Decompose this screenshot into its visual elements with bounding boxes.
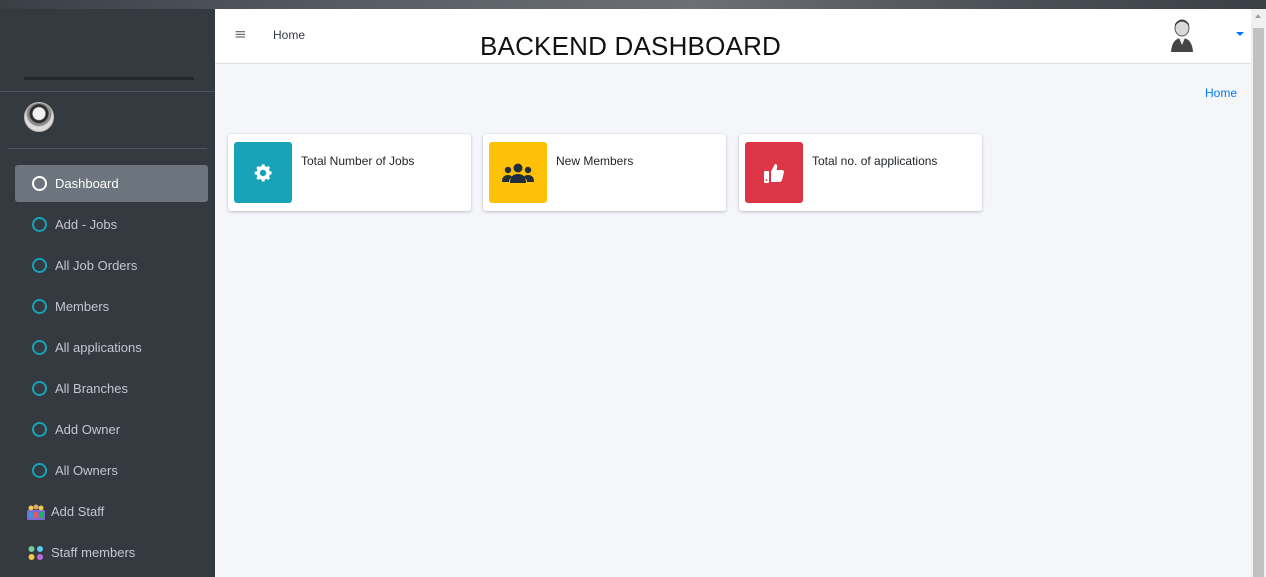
info-box-label: New Members <box>556 154 634 168</box>
circle-icon <box>32 381 47 396</box>
user-avatar-icon[interactable] <box>1168 18 1196 52</box>
window-top-strip <box>0 0 1266 9</box>
sidebar-item-all-branches[interactable]: All Branches <box>15 370 208 407</box>
info-box-icon <box>489 142 547 203</box>
sidebar-item-label: All Branches <box>55 381 128 396</box>
users-icon <box>502 163 534 183</box>
sidebar-item-add-staff[interactable]: Add Staff <box>15 493 208 530</box>
page-title: BACKEND DASHBOARD <box>480 31 782 61</box>
top-navbar: ≡ Home BACKEND DASHBOARD <box>215 9 1251 64</box>
info-box-label: Total no. of applications <box>812 154 938 168</box>
sidebar-item-staff-members[interactable]: Staff members <box>15 534 208 571</box>
breadcrumb[interactable]: Home <box>1205 86 1237 100</box>
circle-icon <box>32 176 47 191</box>
scrollbar-thumb[interactable] <box>1253 28 1264 577</box>
staff-members-icon <box>28 545 43 560</box>
sidebar-item-add-jobs[interactable]: Add - Jobs <box>15 206 208 243</box>
circle-icon <box>32 299 47 314</box>
sidebar-item-label: Staff members <box>51 545 136 560</box>
sidebar-item-members[interactable]: Members <box>15 288 208 325</box>
info-box-new-members[interactable]: New Members <box>483 134 726 211</box>
sidebar-item-add-owner[interactable]: Add Owner <box>15 411 208 448</box>
chevron-down-icon[interactable] <box>1236 32 1244 36</box>
user-panel <box>0 92 215 148</box>
info-box-total-jobs[interactable]: Total Number of Jobs <box>228 134 471 211</box>
sidebar-item-label: Dashboard <box>55 176 119 191</box>
sidebar: Dashboard Add - Jobs All Job Orders Memb… <box>0 9 215 577</box>
sidebar-item-label: All applications <box>55 340 142 355</box>
sidebar-item-label: Add Owner <box>55 422 121 437</box>
circle-icon <box>32 422 47 437</box>
brand-area <box>0 9 215 91</box>
circle-icon <box>32 217 47 232</box>
menu-toggle-icon[interactable]: ≡ <box>234 25 247 43</box>
gear-icon <box>254 163 272 182</box>
info-box-icon <box>234 142 292 203</box>
circle-icon <box>32 258 47 273</box>
sidebar-item-label: All Owners <box>55 463 118 478</box>
brand-logo-bar <box>24 77 194 80</box>
sidebar-nav: Dashboard Add - Jobs All Job Orders Memb… <box>0 165 215 571</box>
sidebar-divider <box>8 148 207 149</box>
info-box-total-applications[interactable]: Total no. of applications <box>739 134 982 211</box>
content-area: ≡ Home BACKEND DASHBOARD Home Total Numb… <box>215 9 1251 577</box>
sidebar-item-label: Add - Jobs <box>55 217 118 232</box>
scroll-up-arrow-icon[interactable] <box>1255 14 1261 18</box>
circle-icon <box>32 340 47 355</box>
vertical-scrollbar[interactable] <box>1251 9 1266 577</box>
sidebar-item-all-owners[interactable]: All Owners <box>15 452 208 489</box>
circle-icon <box>32 463 47 478</box>
sidebar-item-all-applications[interactable]: All applications <box>15 329 208 366</box>
sidebar-item-label: Members <box>55 299 110 314</box>
info-box-icon <box>745 142 803 203</box>
info-box-label: Total Number of Jobs <box>301 154 415 168</box>
staff-group-icon <box>27 504 45 520</box>
avatar[interactable] <box>24 102 54 132</box>
nav-home-link[interactable]: Home <box>273 28 305 42</box>
sidebar-item-all-job-orders[interactable]: All Job Orders <box>15 247 208 284</box>
sidebar-item-label: Add Staff <box>51 504 105 519</box>
sidebar-item-dashboard[interactable]: Dashboard <box>15 165 208 202</box>
thumbs-up-icon <box>764 163 784 183</box>
sidebar-item-label: All Job Orders <box>55 258 138 273</box>
